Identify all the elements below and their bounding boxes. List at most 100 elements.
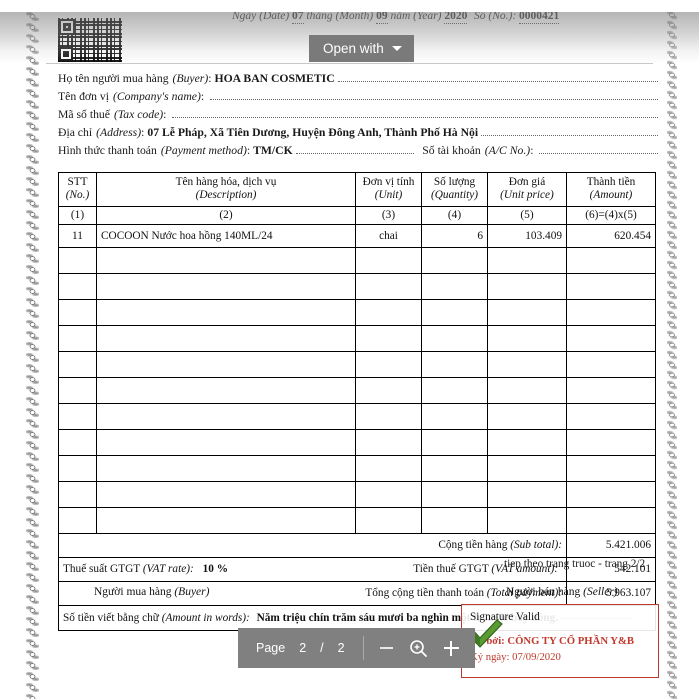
empty-cell xyxy=(355,324,422,352)
seller-sign-label: Người bán hàng xyxy=(506,586,581,598)
zoom-out-button[interactable] xyxy=(379,647,393,649)
table-row-empty xyxy=(58,272,656,300)
empty-cell xyxy=(58,402,97,430)
empty-cell xyxy=(58,454,97,482)
info-line-address: Địa chỉ (Address) : 07 Lễ Pháp, Xã Tiên … xyxy=(58,124,658,142)
empty-cell xyxy=(487,402,567,430)
empty-cell xyxy=(566,454,656,482)
page-indicator[interactable]: Page 2 / 2 xyxy=(238,628,363,668)
empty-cell xyxy=(421,376,488,404)
cell-quantity: 6 xyxy=(421,223,488,248)
col-num-4: (4) xyxy=(421,205,488,225)
viewer-top-bar xyxy=(0,0,699,12)
company-label-en: (Company's name) xyxy=(112,90,201,103)
empty-cell xyxy=(566,376,656,404)
empty-cell xyxy=(355,272,422,300)
empty-cell xyxy=(355,402,422,430)
col-num-5: (5) xyxy=(487,205,567,225)
empty-cell xyxy=(58,350,97,378)
cell-unit: chai xyxy=(355,223,422,248)
payment-label: Hình thức thanh toán xyxy=(58,144,157,157)
zoom-controls xyxy=(364,628,475,668)
vat-rate-label: Thuế suất GTGT xyxy=(63,563,140,576)
col-header-quantity-en: (Quantity) xyxy=(430,189,479,202)
table-row: 11 COCOON Nước hoa hồng 140ML/24 chai 6 … xyxy=(58,223,656,248)
empty-cell xyxy=(421,454,488,482)
empty-cell xyxy=(421,402,488,430)
buyer-info-block: Họ tên người mua hàng (Buyer) : HOA BAN … xyxy=(58,70,659,160)
empty-cell xyxy=(566,350,656,378)
empty-cell xyxy=(487,298,567,326)
info-line-payment: Hình thức thanh toán (Payment method) : … xyxy=(58,142,659,160)
empty-cell xyxy=(96,246,356,274)
buyer-label-en: (Buyer) xyxy=(172,72,209,85)
empty-cell xyxy=(58,298,97,326)
empty-cell xyxy=(487,428,567,456)
cell-amount: 620.454 xyxy=(566,223,656,248)
col-num-3: (3) xyxy=(355,205,422,225)
table-row-empty xyxy=(58,246,656,274)
empty-cell xyxy=(566,480,656,508)
empty-cell xyxy=(421,506,488,534)
col-header-unit-en: (Unit) xyxy=(374,189,403,202)
empty-cell xyxy=(58,480,97,508)
empty-cell xyxy=(96,376,356,404)
empty-cell xyxy=(96,272,356,300)
chevron-down-icon xyxy=(391,46,402,51)
empty-cell xyxy=(58,376,97,404)
payment-value: TM/CK xyxy=(253,144,293,157)
empty-cell xyxy=(421,350,488,378)
open-with-button[interactable]: Open with xyxy=(309,35,414,62)
col-header-amount-en: (Amount) xyxy=(589,189,633,202)
empty-cell xyxy=(421,298,488,326)
subtotal-value: 5.421.006 xyxy=(566,532,656,558)
taxcode-dotted-fill xyxy=(172,117,658,118)
minus-icon xyxy=(379,647,393,649)
empty-cell xyxy=(58,428,97,456)
empty-cell xyxy=(487,480,567,508)
info-line-company: Tên đơn vị (Company's name) : xyxy=(58,88,658,106)
current-page-value: 2 xyxy=(299,641,307,655)
cell-unit-price: 103.409 xyxy=(487,223,567,248)
words-label-en: (Amount in words): xyxy=(161,611,250,624)
vat-rate-label-en: (VAT rate): xyxy=(142,563,194,576)
taxcode-label-en: (Tax code) xyxy=(113,108,164,121)
words-label: Số tiền viết bằng chữ xyxy=(63,611,159,624)
empty-cell xyxy=(487,324,567,352)
payment-dotted-fill xyxy=(295,153,415,154)
col-num-1: (1) xyxy=(58,205,97,225)
empty-cell xyxy=(566,246,656,274)
account-dotted-fill xyxy=(539,153,659,154)
empty-cell xyxy=(355,376,422,404)
vat-label-cell: Thuế suất GTGT (VAT rate): 10 % Tiền thu… xyxy=(58,556,567,582)
empty-cell xyxy=(58,324,97,352)
empty-cell xyxy=(96,454,356,482)
qr-code xyxy=(58,18,122,62)
col-header-description: Tên hàng hóa, dịch vụ (Description) xyxy=(96,172,356,207)
col-header-stt-en: (No.) xyxy=(65,189,90,202)
empty-cell xyxy=(96,480,356,508)
page-label: Page xyxy=(256,641,286,655)
zoom-in-button[interactable] xyxy=(443,640,459,656)
table-row-empty xyxy=(58,298,656,326)
empty-cell xyxy=(421,428,488,456)
empty-cell xyxy=(421,272,488,300)
zoom-reset-button[interactable] xyxy=(409,639,428,658)
empty-cell xyxy=(566,272,656,300)
col-header-unit-price-vi: Đơn giá xyxy=(508,176,546,188)
empty-cell xyxy=(566,506,656,534)
cell-description: COCOON Nước hoa hồng 140ML/24 xyxy=(96,223,356,248)
cell-stt: 11 xyxy=(58,223,97,248)
col-header-amount-vi: Thành tiền xyxy=(586,176,636,188)
digital-signature-stamp: Signature Valid Ký bởi: CÔNG TY CỔ PHẦN … xyxy=(461,604,659,678)
invoice-page: Ngày (Date) 07 tháng (Month) 09 năm (Yea… xyxy=(0,0,699,699)
buyer-label: Họ tên người mua hàng xyxy=(58,72,169,85)
table-row-empty xyxy=(58,402,656,430)
table-row-empty xyxy=(58,480,656,508)
table-row-empty xyxy=(58,324,656,352)
empty-cell xyxy=(58,506,97,534)
col-header-quantity: Số lượng (Quantity) xyxy=(421,172,488,207)
empty-cell xyxy=(487,376,567,404)
address-label-en: (Address) xyxy=(96,126,142,139)
buyer-dotted-fill xyxy=(337,81,658,82)
